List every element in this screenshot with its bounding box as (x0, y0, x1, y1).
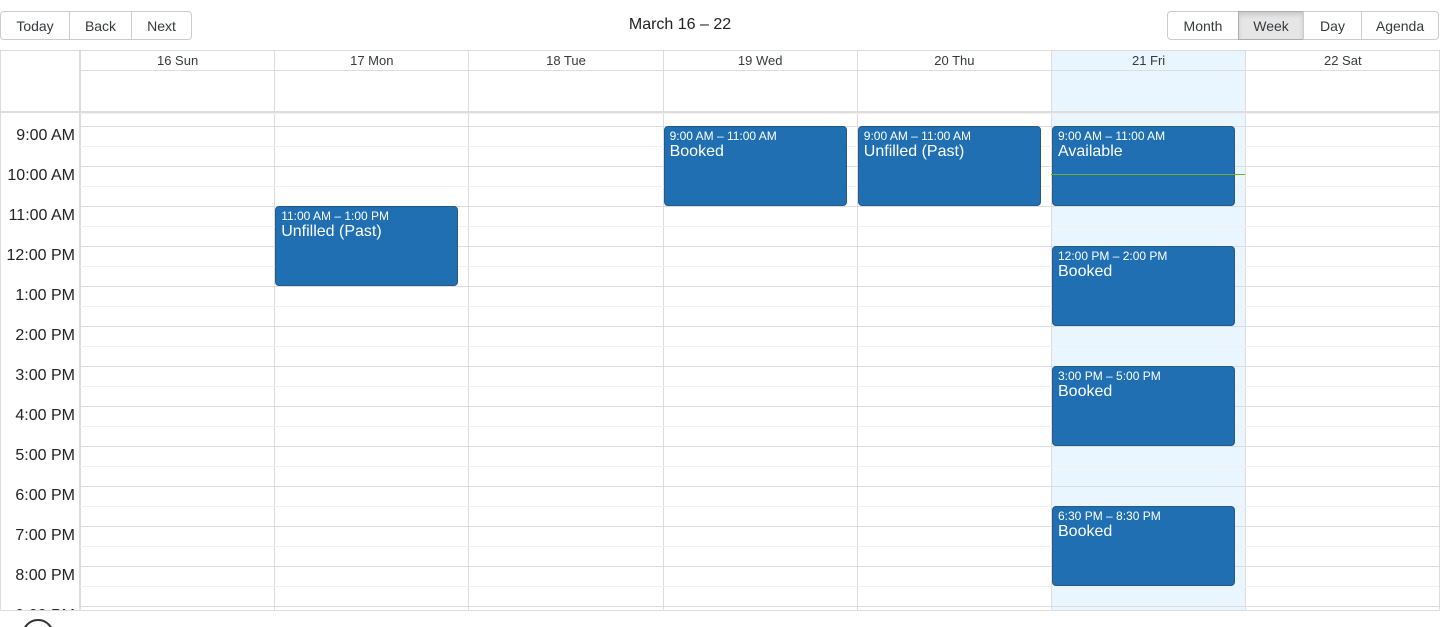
day-header-label: 16 Sun (81, 51, 275, 71)
day-header-row: 16 Sun 17 Mon 18 Tue 19 Wed 20 Thu 21 Fri 22 S… (1, 51, 1439, 113)
event-title: Booked (669, 143, 724, 160)
time-label-1-00-pm: 1:00 PM (15, 287, 75, 304)
day-header-22-sat[interactable]: 22 Sat (1245, 51, 1439, 111)
day-header-label: 20 Thu (857, 51, 1051, 71)
time-label-9-00-pm: 9:00 PM (15, 607, 75, 610)
hour-line (80, 286, 1439, 287)
hour-line (80, 406, 1439, 407)
event-title: Unfilled (Past) (281, 223, 382, 240)
day-header-19-wed[interactable]: 19 Wed (662, 51, 857, 111)
day-header-21-fri[interactable]: 21 Fri (1051, 51, 1246, 111)
day-header-label: 19 Wed (663, 51, 857, 71)
time-label-5-00-pm: 5:00 PM (15, 447, 75, 464)
event-booked[interactable]: 12:00 PM – 2:00 PM Booked (1052, 246, 1236, 326)
hour-line (80, 606, 1439, 607)
time-label-8-00-pm: 8:00 PM (15, 567, 75, 584)
time-label-9-00-am: 9:00 AM (16, 127, 75, 144)
time-gutter: 9:00 AM 10:00 AM 11:00 AM 12:00 PM 1:00 PM 2:… (1, 113, 80, 610)
time-label-6-00-pm: 6:00 PM (15, 487, 75, 504)
day-header-17-mon[interactable]: 17 Mon (274, 51, 469, 111)
half-hour-line (80, 306, 1439, 307)
next-button[interactable]: Next (131, 11, 192, 40)
agenda-view-button[interactable]: Agenda (1361, 11, 1439, 40)
view-button-group: Month Week Day Agenda (1167, 11, 1439, 40)
hour-line (80, 486, 1439, 487)
event-booked[interactable]: 6:30 PM – 8:30 PM Booked (1052, 506, 1236, 586)
time-label-4-00-pm: 4:00 PM (15, 407, 75, 424)
time-grid[interactable]: 9:00 AM 10:00 AM 11:00 AM 12:00 PM 1:00 PM 2:… (1, 113, 1439, 610)
event-title: Available (1058, 143, 1123, 160)
week-calendar: 16 Sun 17 Mon 18 Tue 19 Wed 20 Thu 21 Fri 22 S… (0, 50, 1440, 611)
time-label-12-00-pm: 12:00 PM (6, 247, 75, 264)
half-hour-line (80, 426, 1439, 427)
half-hour-line (80, 466, 1439, 467)
time-label-3-00-pm: 3:00 PM (15, 367, 75, 384)
nav-button-group: Today Back Next (0, 11, 192, 40)
month-view-button[interactable]: Month (1167, 11, 1239, 40)
slot-line (80, 113, 1439, 114)
time-label-10-00-am: 10:00 AM (7, 167, 75, 184)
time-label-7-00-pm: 7:00 PM (15, 527, 75, 544)
day-header-18-tue[interactable]: 18 Tue (468, 51, 663, 111)
date-range-label: March 16 – 22 (628, 16, 732, 33)
event-title: Booked (1058, 383, 1113, 400)
event-time: 9:00 AM – 11:00 AM (863, 129, 971, 143)
day-header-label: 22 Sat (1246, 51, 1439, 71)
day-header-20-thu[interactable]: 20 Thu (856, 51, 1051, 111)
day-view-button[interactable]: Day (1303, 11, 1362, 40)
half-hour-line (80, 506, 1439, 507)
time-label-11-00-am: 11:00 AM (8, 207, 75, 224)
hour-line (80, 326, 1439, 327)
hour-line (80, 526, 1439, 527)
event-title: Booked (1058, 263, 1113, 280)
day-header-16-sun[interactable]: 16 Sun (80, 51, 275, 111)
day-header-label: 18 Tue (469, 51, 663, 71)
event-time: 11:00 AM – 1:00 PM (281, 209, 390, 223)
day-column-18-tue[interactable] (468, 113, 662, 610)
hour-line (80, 366, 1439, 367)
day-column-16-sun[interactable] (80, 113, 274, 610)
back-button[interactable]: Back (69, 11, 132, 40)
event-time: 9:00 AM – 11:00 AM (1058, 129, 1166, 143)
event-time: 6:30 PM – 8:30 PM (1058, 509, 1161, 523)
day-header-label: 21 Fri (1052, 51, 1246, 71)
event-unfilled-past[interactable]: 11:00 AM – 1:00 PM Unfilled (Past) (275, 206, 459, 286)
half-hour-line (80, 386, 1439, 387)
half-hour-line (80, 346, 1439, 347)
event-booked[interactable]: 9:00 AM – 11:00 AM Booked (663, 126, 847, 206)
hour-line (80, 566, 1439, 567)
time-label-2-00-pm: 2:00 PM (15, 327, 75, 344)
event-time: 3:00 PM – 5:00 PM (1058, 369, 1161, 383)
event-title: Unfilled (Past) (863, 143, 965, 160)
day-column-22-sat[interactable] (1245, 113, 1439, 610)
time-gutter-header (1, 51, 80, 111)
current-time-indicator (1051, 174, 1246, 175)
event-time: 12:00 PM – 2:00 PM (1058, 249, 1168, 263)
event-booked[interactable]: 3:00 PM – 5:00 PM Booked (1052, 366, 1236, 446)
event-unfilled-past[interactable]: 9:00 AM – 11:00 AM Unfilled (Past) (857, 126, 1041, 206)
calendar-toolbar: Today Back Next March 16 – 22 Month Week… (0, 0, 1440, 50)
day-column-17-mon[interactable] (274, 113, 468, 610)
today-button[interactable]: Today (0, 11, 70, 40)
hour-line (80, 446, 1439, 447)
day-header-label: 17 Mon (275, 51, 469, 71)
half-hour-line (80, 586, 1439, 587)
event-title: Booked (1058, 523, 1113, 540)
half-hour-line (80, 546, 1439, 547)
avatar[interactable] (22, 619, 54, 627)
event-time: 9:00 AM – 11:00 AM (669, 129, 777, 143)
event-available[interactable]: 9:00 AM – 11:00 AM Available (1052, 126, 1236, 206)
week-view-button[interactable]: Week (1238, 11, 1304, 40)
